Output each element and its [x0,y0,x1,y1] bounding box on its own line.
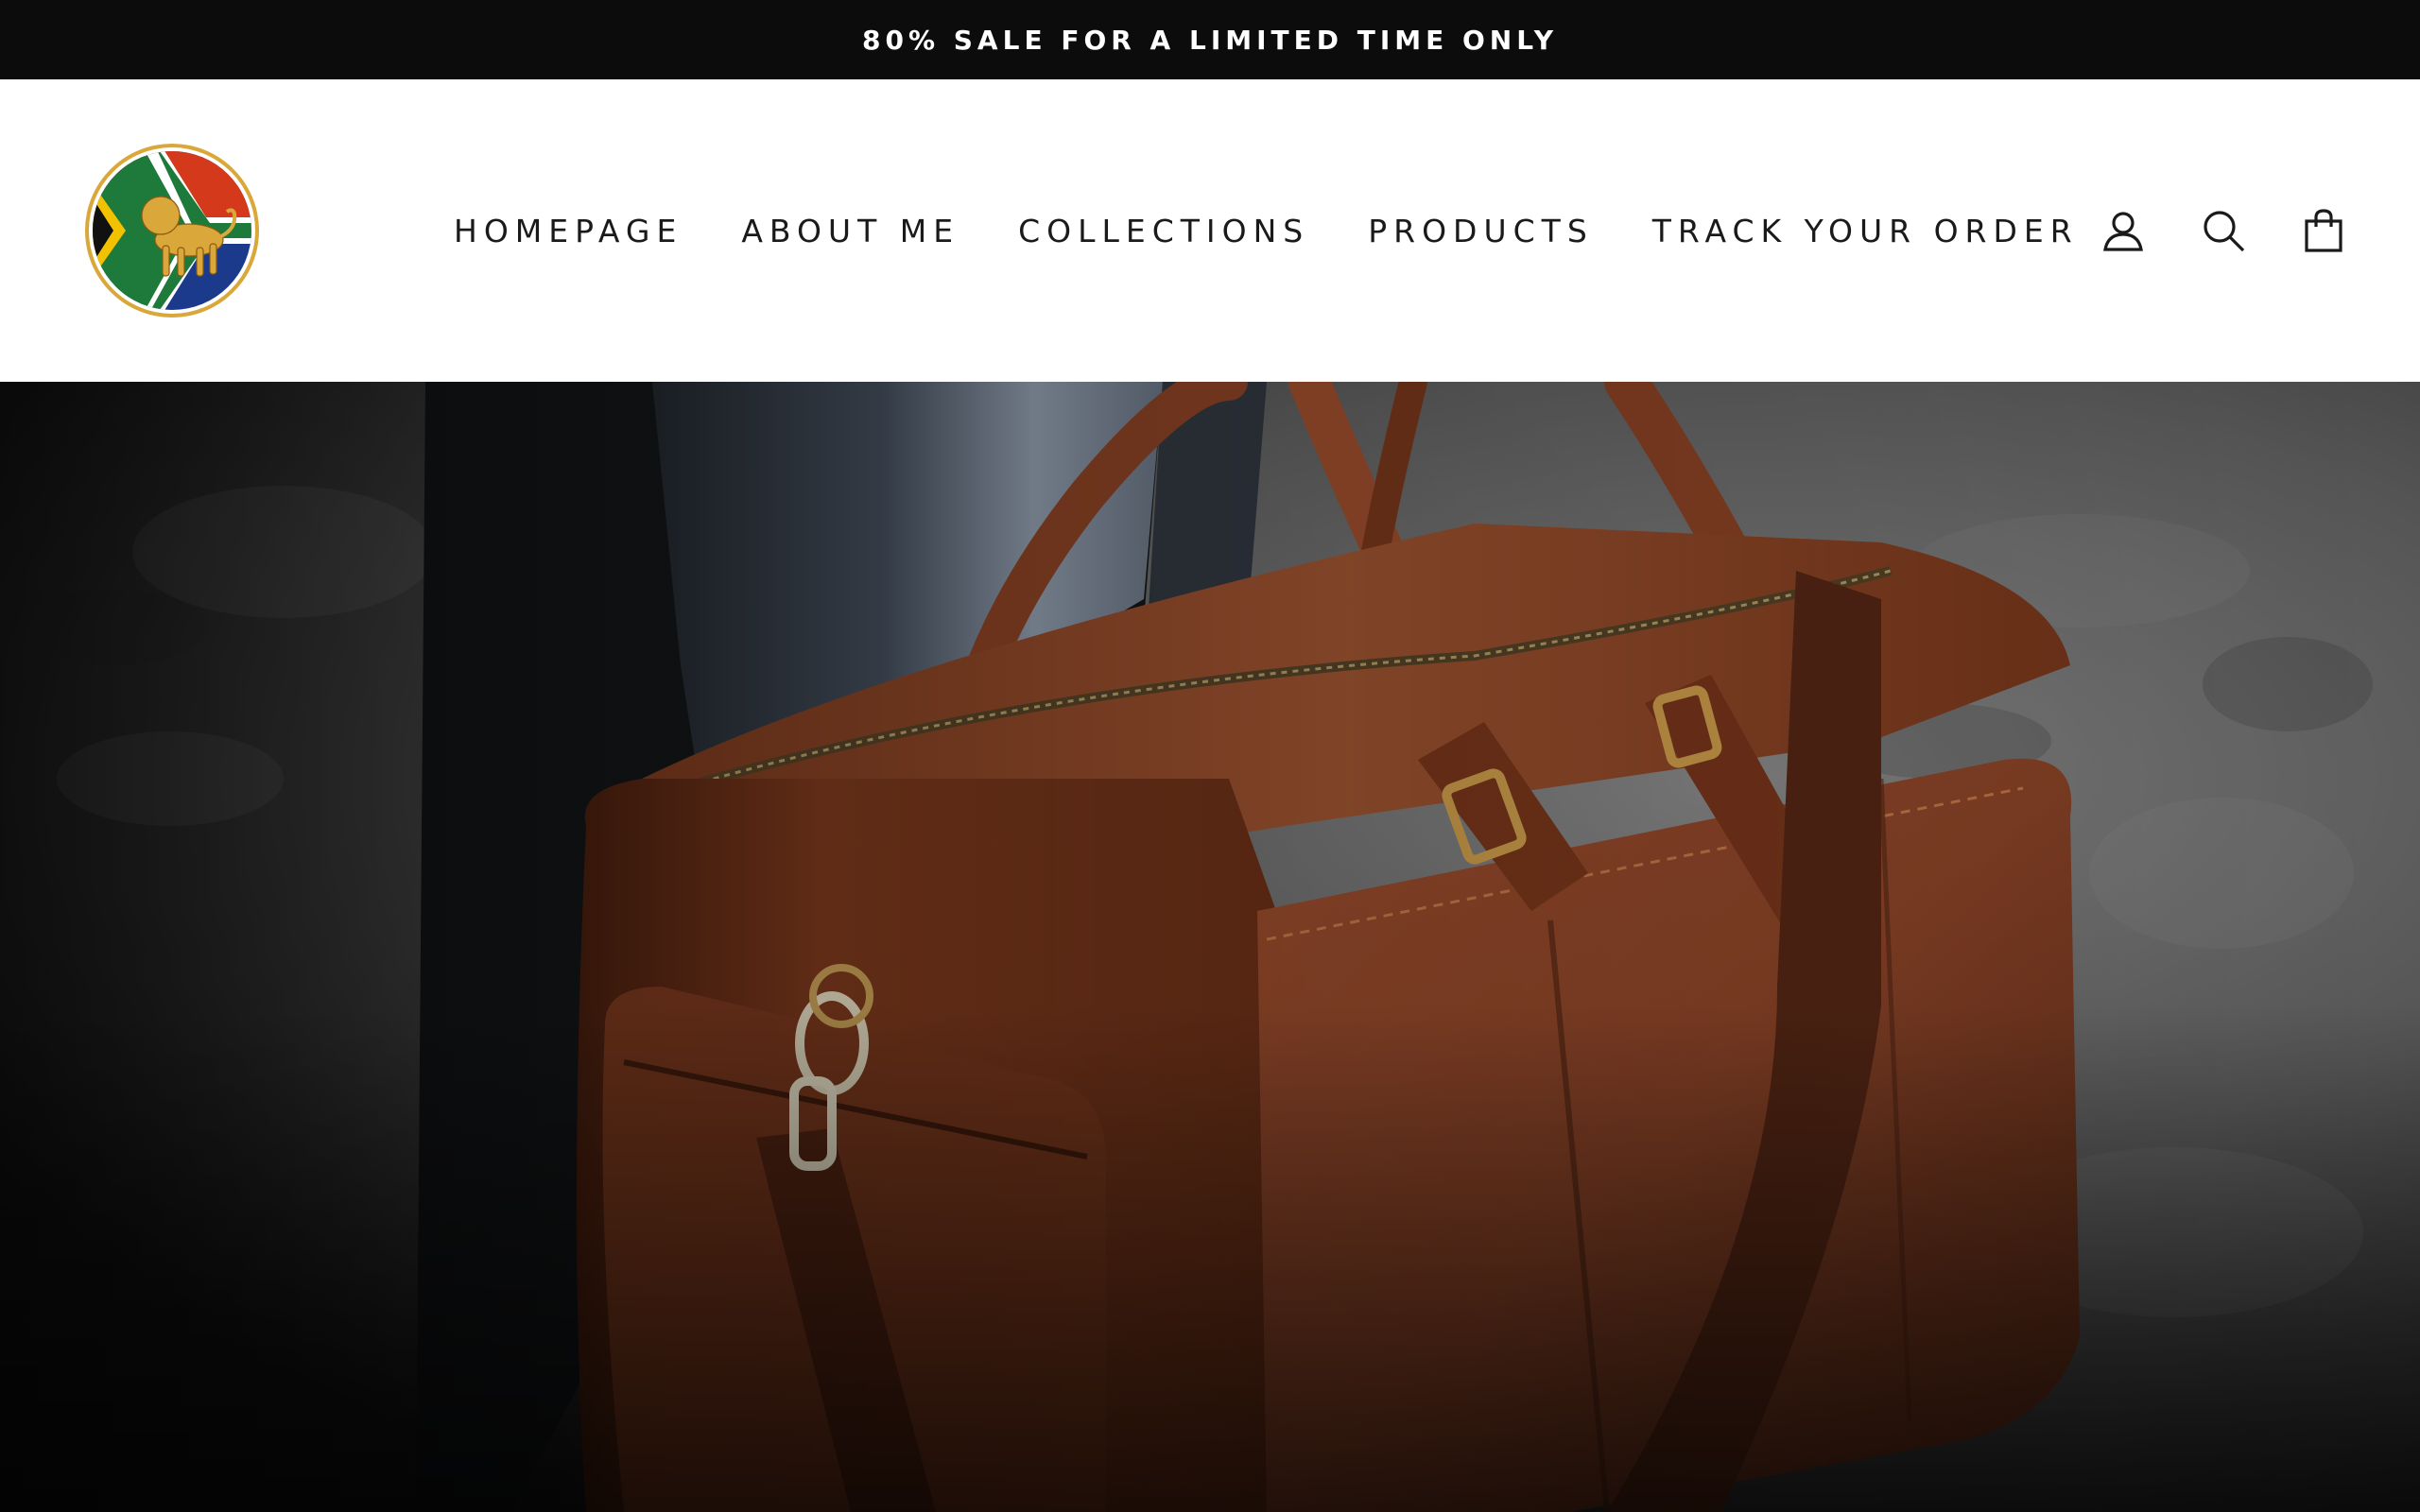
announcement-bar: 80% SALE FOR A LIMITED TIME ONLY [0,0,2420,79]
site-header: HOMEPAGE ABOUT ME COLLECTIONS PRODUCTS T… [0,79,2420,382]
nav-item-homepage[interactable]: HOMEPAGE [454,213,683,249]
account-button[interactable] [2100,208,2146,253]
user-icon [2103,212,2143,251]
nav-item-collections[interactable]: COLLECTIONS [1018,213,1309,249]
hero-image [0,382,2420,1512]
header-actions [2100,79,2346,382]
shopping-bag-icon [2305,209,2342,252]
hero-banner[interactable] [0,382,2420,1512]
search-icon [2204,211,2245,252]
cart-button[interactable] [2301,208,2346,253]
nav-item-track-your-order[interactable]: TRACK YOUR ORDER [1652,213,2079,249]
main-nav: HOMEPAGE ABOUT ME COLLECTIONS PRODUCTS T… [454,79,2079,382]
nav-item-products[interactable]: PRODUCTS [1368,213,1594,249]
brand-logo[interactable] [83,142,261,319]
nav-item-about-me[interactable]: ABOUT ME [741,213,959,249]
announcement-text: 80% SALE FOR A LIMITED TIME ONLY [862,24,1558,56]
search-button[interactable] [2201,208,2246,253]
